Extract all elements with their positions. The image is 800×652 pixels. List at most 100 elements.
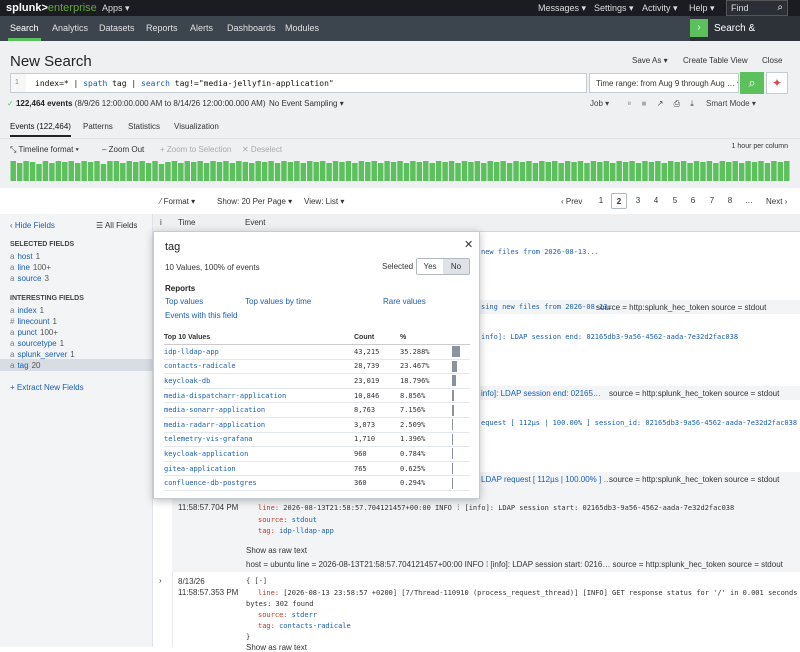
field-value[interactable]: 2026-08-13T21:58:57.704121457+00:00 INFO… (283, 504, 734, 512)
timeline-bar[interactable] (590, 161, 597, 181)
timeline-bar[interactable] (713, 163, 719, 181)
timeline-bar[interactable] (145, 163, 152, 181)
help-menu[interactable]: Help ▾ (689, 3, 715, 14)
timeline-bar[interactable] (384, 161, 390, 181)
timeline-bar[interactable] (642, 161, 648, 181)
top-value-row[interactable]: confluence-db-postgres 360 0.294% (164, 475, 470, 491)
timeline-bar[interactable] (126, 161, 132, 181)
timeline-bar[interactable] (584, 163, 590, 181)
timeline-bar[interactable] (307, 161, 313, 181)
next-page-button[interactable]: Next › (766, 197, 787, 206)
timeline-bar[interactable] (545, 162, 551, 181)
timeline-bar[interactable] (732, 161, 738, 181)
field-host[interactable]: a host 1 (10, 252, 40, 261)
timeline-bar[interactable] (493, 162, 500, 181)
field-line[interactable]: a line 100+ (10, 263, 51, 272)
tab-statistics[interactable]: Statistics (128, 122, 160, 135)
timeline-bar[interactable] (461, 161, 468, 181)
field-value[interactable]: idp-lldap-app (279, 527, 334, 535)
timeline-bar[interactable] (107, 161, 113, 181)
timeline-bar[interactable] (423, 161, 429, 181)
deselect-button[interactable]: ✕ Deselect (242, 145, 282, 154)
all-fields-button[interactable]: ☰ All Fields (96, 221, 137, 230)
timeline-bar[interactable] (468, 162, 474, 181)
smart-mode-dropdown[interactable]: Smart Mode ▾ (706, 99, 756, 108)
timeline-bar[interactable] (597, 162, 603, 181)
timeline-bar[interactable] (210, 161, 216, 181)
messages-menu[interactable]: Messages ▾ (538, 3, 586, 14)
settings-menu[interactable]: Settings ▾ (594, 3, 634, 14)
timeline-bar[interactable] (655, 161, 661, 181)
timeline-format-dropdown[interactable]: ⤡ Timeline format ▾ (10, 145, 79, 155)
timeline-bar[interactable] (500, 161, 506, 181)
col-time[interactable]: Time (178, 218, 195, 227)
nav-tab-reports[interactable]: Reports (144, 16, 180, 41)
json-open[interactable]: { [-] (246, 577, 267, 585)
timeline-bar[interactable] (784, 161, 790, 181)
timeline-bar[interactable] (113, 161, 120, 181)
timeline-bar[interactable] (616, 161, 622, 181)
pause-icon[interactable]: ⏸ (627, 99, 631, 108)
timeline-bar[interactable] (680, 161, 687, 181)
nav-tab-search[interactable]: Search (8, 16, 41, 41)
timeline-bar[interactable] (132, 162, 139, 181)
per-page-dropdown[interactable]: Show: 20 Per Page ▾ (217, 197, 292, 206)
timeline-bar[interactable] (513, 161, 519, 181)
timeline-bar[interactable] (49, 163, 55, 181)
timeline-bar[interactable] (629, 161, 635, 181)
tab-patterns[interactable]: Patterns (83, 122, 113, 135)
timeline-bar[interactable] (326, 163, 332, 181)
value-name[interactable]: media-radarr-application (164, 417, 354, 433)
timeline-bar[interactable] (319, 161, 326, 181)
field-punct[interactable]: a punct 100+ (10, 328, 58, 337)
nav-tab-datasets[interactable]: Datasets (97, 16, 137, 41)
timeline-bar[interactable] (16, 163, 23, 181)
timeline-bar[interactable] (165, 162, 171, 181)
timeline-bar[interactable] (100, 164, 107, 181)
events-with-field-link[interactable]: Events with this field (165, 311, 237, 320)
timeline-bar[interactable] (255, 161, 261, 181)
timeline-bar[interactable] (455, 163, 461, 181)
selected-toggle[interactable]: Yes No (416, 258, 470, 275)
timeline-bar[interactable] (42, 161, 49, 181)
show-raw-text-link[interactable]: Show as raw text (246, 643, 307, 652)
timeline-bar[interactable] (539, 161, 545, 181)
field-value[interactable]: stdout (292, 516, 317, 524)
timeline-bar[interactable] (197, 161, 203, 181)
zoom-out-button[interactable]: – Zoom Out (102, 145, 144, 154)
timeline-bar[interactable] (448, 161, 455, 181)
timeline-bar[interactable] (648, 162, 655, 181)
splunk-logo[interactable]: splunk>enterprise (6, 2, 97, 14)
timeline-bar[interactable] (719, 161, 726, 181)
timeline-bar[interactable] (29, 162, 36, 181)
timeline-bar[interactable] (94, 161, 100, 181)
format-dropdown[interactable]: ⁄ Format ▾ (160, 197, 195, 206)
toggle-yes[interactable]: Yes (417, 259, 443, 274)
timeline-bar[interactable] (661, 163, 668, 181)
field-value[interactable]: contacts-radicale (279, 622, 351, 630)
timeline-bar[interactable] (216, 162, 223, 181)
timeline-bar[interactable] (300, 163, 307, 181)
timeline-bar[interactable] (287, 162, 294, 181)
assistant-button[interactable]: ✦ (766, 72, 788, 94)
timeline-bar[interactable] (771, 161, 777, 181)
page-6[interactable]: 6 (685, 193, 701, 209)
page-2[interactable]: 2 (611, 193, 627, 209)
timeline-bar[interactable] (274, 163, 281, 181)
top-value-row[interactable]: media-radarr-application 3,073 2.509% (164, 417, 470, 433)
timeline-bar[interactable] (622, 162, 629, 181)
top-value-row[interactable]: idp-lldap-app 43,215 35.288% (164, 344, 470, 360)
rare-values-link[interactable]: Rare values (383, 297, 426, 306)
timeline-bar[interactable] (62, 162, 68, 181)
timeline-bar[interactable] (377, 163, 384, 181)
timeline-bar[interactable] (120, 163, 126, 181)
field-source[interactable]: a source 3 (10, 274, 49, 283)
extract-new-fields-link[interactable]: + Extract New Fields (10, 383, 84, 392)
timeline-bar[interactable] (700, 162, 706, 181)
search-query[interactable]: index=* | spath tag | search tag!="media… (35, 79, 334, 88)
timeline-bar[interactable] (203, 163, 210, 181)
timeline-bar[interactable] (178, 163, 184, 181)
timeline-bar[interactable] (610, 163, 616, 181)
timeline-bar[interactable] (410, 161, 416, 181)
field-linecount[interactable]: # linecount 1 (10, 317, 57, 326)
